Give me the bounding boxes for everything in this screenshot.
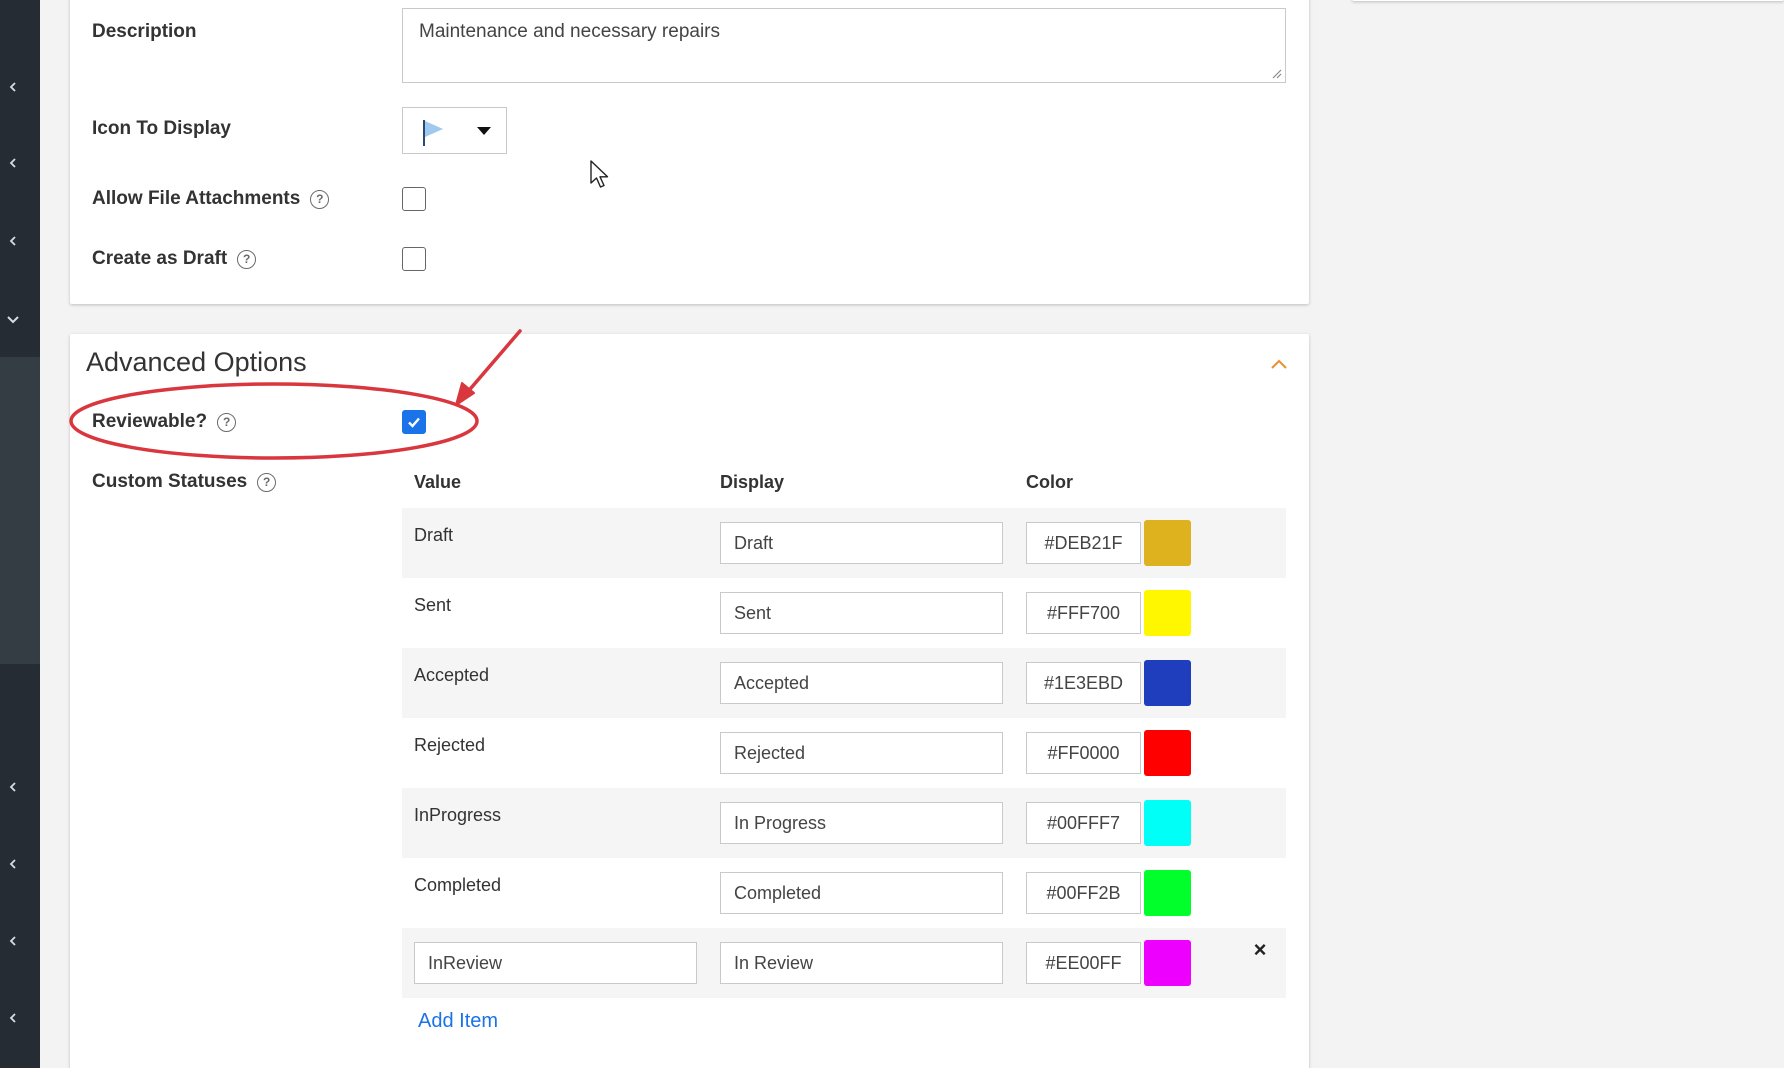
status-row: Completed Completed #00FF2B [402, 858, 1286, 928]
status-row: InReview In Review #EE00FF × [402, 928, 1286, 998]
status-display-input[interactable]: In Review [720, 942, 1003, 984]
reviewable-label-text: Reviewable? [92, 411, 208, 432]
status-color-input[interactable]: #1E3EBD [1026, 662, 1141, 704]
custom-statuses-label-text: Custom Statuses [92, 471, 248, 492]
status-value: Sent [414, 595, 452, 615]
status-color-input[interactable]: #FF0000 [1026, 732, 1141, 774]
add-item-link[interactable]: Add Item [418, 1010, 498, 1033]
side-panel-card [1352, 0, 1784, 1]
status-display-input[interactable]: In Progress [720, 802, 1003, 844]
chevron-left-icon[interactable] [6, 156, 20, 170]
status-display-input[interactable]: Rejected [720, 732, 1003, 774]
chevron-left-icon[interactable] [6, 934, 20, 948]
status-display-input[interactable]: Completed [720, 872, 1003, 914]
status-color-input[interactable]: #00FFF7 [1026, 802, 1141, 844]
status-value: InProgress [414, 805, 502, 825]
left-nav-rail [0, 0, 40, 1068]
chevron-left-icon[interactable] [6, 234, 20, 248]
status-color-input[interactable]: #FFF700 [1026, 592, 1141, 634]
color-swatch[interactable] [1144, 870, 1191, 916]
create-as-draft-checkbox[interactable] [402, 247, 426, 271]
custom-statuses-label: Custom Statuses ? [92, 471, 277, 493]
description-textarea[interactable]: Maintenance and necessary repairs [402, 8, 1286, 83]
column-header-value: Value [414, 472, 462, 492]
status-display-input[interactable]: Sent [720, 592, 1003, 634]
allow-file-attachments-checkbox[interactable] [402, 187, 426, 211]
chevron-down-icon[interactable] [6, 312, 20, 326]
status-display-input[interactable]: Accepted [720, 662, 1003, 704]
chevron-left-icon[interactable] [6, 780, 20, 794]
icon-select-dropdown[interactable] [402, 107, 507, 154]
left-nav-active-section [0, 357, 40, 664]
create-as-draft-label-text: Create as Draft [92, 248, 228, 269]
column-header-color: Color [1026, 472, 1073, 492]
mouse-pointer-icon [590, 160, 609, 188]
allow-file-attachments-label-text: Allow File Attachments [92, 188, 301, 209]
status-row: Draft Draft #DEB21F [402, 508, 1286, 578]
allow-file-attachments-label: Allow File Attachments ? [92, 188, 330, 210]
advanced-options-title: Advanced Options [86, 347, 307, 377]
chevron-up-icon[interactable] [1270, 358, 1288, 370]
help-icon[interactable]: ? [257, 472, 277, 492]
icon-to-display-label: Icon To Display [92, 118, 231, 140]
description-value: Maintenance and necessary repairs [419, 21, 721, 42]
flag-icon [423, 120, 443, 146]
color-swatch[interactable] [1144, 660, 1191, 706]
resize-grip-icon[interactable] [1270, 67, 1282, 79]
description-label-text: Description [92, 21, 197, 42]
status-value: Draft [414, 525, 454, 545]
status-color-input[interactable]: #00FF2B [1026, 872, 1141, 914]
chevron-left-icon[interactable] [6, 857, 20, 871]
checkmark-icon [408, 417, 420, 428]
help-icon[interactable]: ? [237, 249, 257, 269]
chevron-left-icon[interactable] [6, 1011, 20, 1025]
color-swatch[interactable] [1144, 800, 1191, 846]
column-header-display: Display [720, 472, 785, 492]
chevron-left-icon[interactable] [6, 80, 20, 94]
create-as-draft-label: Create as Draft ? [92, 248, 257, 270]
color-swatch[interactable] [1144, 520, 1191, 566]
reviewable-label: Reviewable? ? [92, 411, 237, 433]
status-color-input[interactable]: #EE00FF [1026, 942, 1141, 984]
status-row: InProgress In Progress #00FFF7 [402, 788, 1286, 858]
color-swatch[interactable] [1144, 940, 1191, 986]
color-swatch[interactable] [1144, 730, 1191, 776]
remove-status-button[interactable]: × [1250, 939, 1270, 961]
status-row: Rejected Rejected #FF0000 [402, 718, 1286, 788]
status-row: Accepted Accepted #1E3EBD [402, 648, 1286, 718]
reviewable-checkbox[interactable] [402, 410, 426, 434]
icon-to-display-label-text: Icon To Display [92, 118, 232, 139]
status-value-input[interactable]: InReview [414, 942, 697, 984]
status-value: Completed [414, 875, 502, 895]
caret-down-icon [477, 127, 491, 135]
description-label: Description [92, 21, 197, 43]
help-icon[interactable]: ? [310, 189, 330, 209]
status-display-input[interactable]: Draft [720, 522, 1003, 564]
help-icon[interactable]: ? [217, 412, 237, 432]
status-color-input[interactable]: #DEB21F [1026, 522, 1141, 564]
color-swatch[interactable] [1144, 590, 1191, 636]
status-row: Sent Sent #FFF700 [402, 578, 1286, 648]
status-value: Accepted [414, 665, 490, 685]
status-value: Rejected [414, 735, 486, 755]
